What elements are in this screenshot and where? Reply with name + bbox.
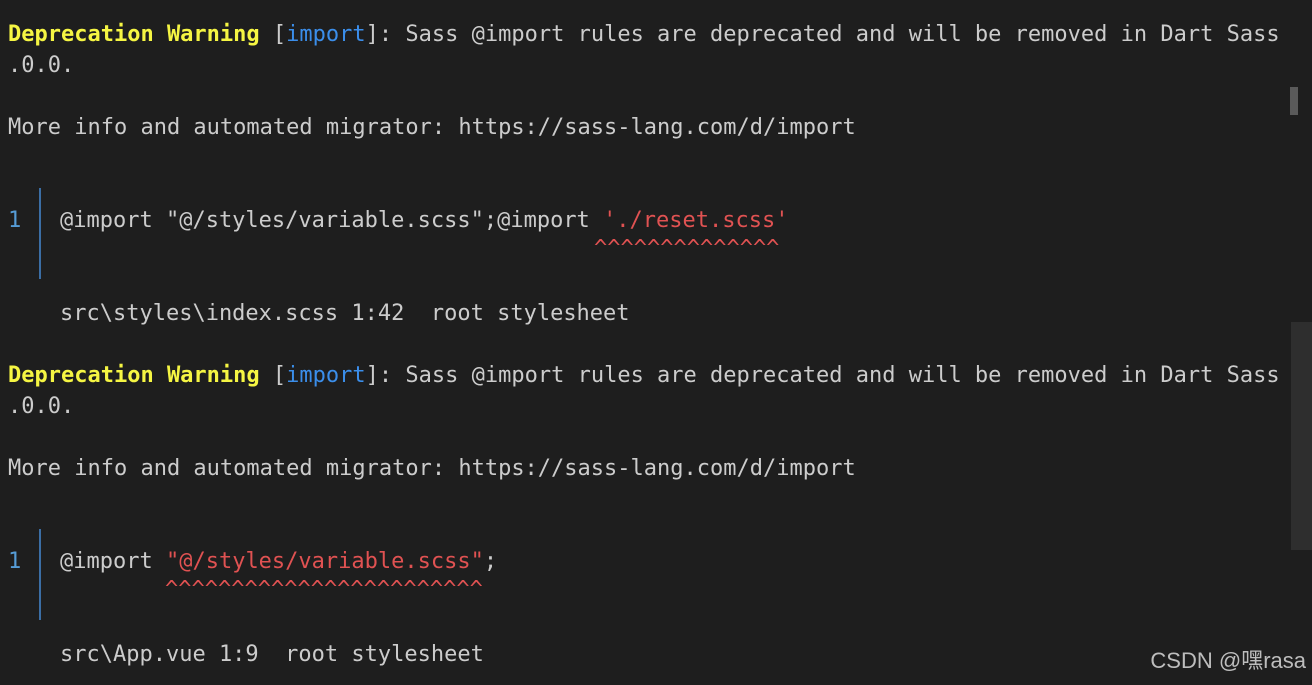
warning-header: Deprecation Warning [import]: Sass @impo… [8,22,1307,47]
error-highlight: "@/styles/variable.scss" [165,549,484,574]
scroll-position-marker [1290,87,1298,115]
error-highlight: './reset.scss' [603,208,789,233]
warning-message-wrap: .0.0. [8,394,75,419]
code-gutter [39,188,41,279]
more-info-line: More info and automated migrator: https:… [8,115,856,140]
code-snippet: @import "@/styles/variable.scss"; [60,549,498,574]
code-gutter [39,529,41,620]
code-snippet: @import "@/styles/variable.scss";@import… [60,208,789,233]
scrollbar-thumb[interactable] [1291,322,1312,550]
line-number: 1 [8,549,22,574]
warning-label: Deprecation Warning [8,22,260,47]
error-carets: ^^^^^^^^^^^^^^ [594,236,780,261]
source-location: src\App.vue 1:9 root stylesheet [60,642,484,667]
error-carets: ^^^^^^^^^^^^^^^^^^^^^^^^ [165,577,483,602]
watermark: CSDN @嘿rasa [1150,648,1306,673]
more-info-line: More info and automated migrator: https:… [8,456,856,481]
warning-message-wrap: .0.0. [8,53,75,78]
source-location: src\styles\index.scss 1:42 root styleshe… [60,301,630,326]
warning-label: Deprecation Warning [8,363,260,388]
warning-message: : Sass @import rules are deprecated and … [378,363,1307,388]
warning-header: Deprecation Warning [import]: Sass @impo… [8,363,1307,388]
warning-tag: import [286,22,366,47]
warning-tag: import [286,363,366,388]
terminal-output[interactable]: Deprecation Warning [import]: Sass @impo… [0,0,1312,685]
line-number: 1 [8,208,22,233]
warning-message: : Sass @import rules are deprecated and … [378,22,1307,47]
